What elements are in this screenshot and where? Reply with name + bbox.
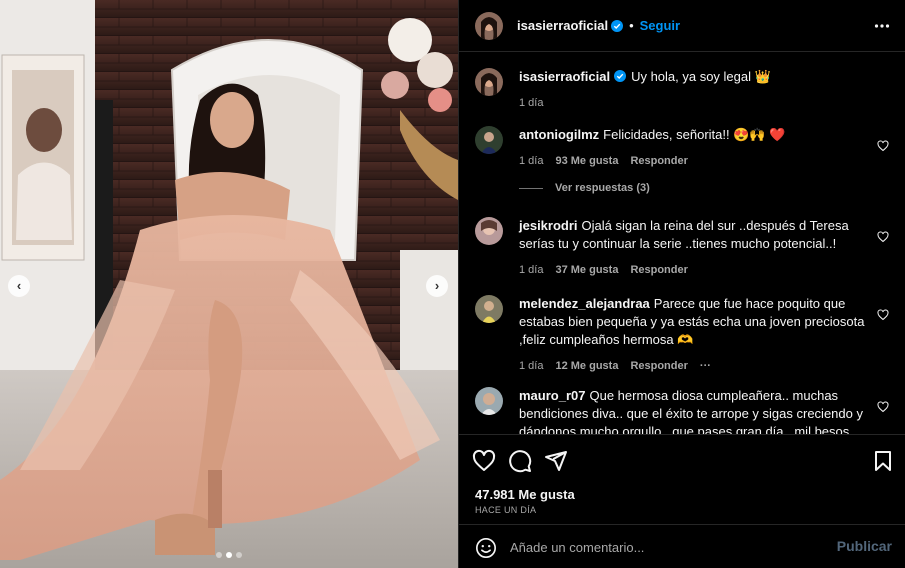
post-date[interactable]: HACE UN DÍA bbox=[475, 505, 536, 515]
comment-time[interactable]: 1 día bbox=[519, 357, 543, 375]
view-replies-button[interactable]: Ver respuestas (3) bbox=[519, 182, 650, 194]
like-heart-icon[interactable] bbox=[472, 449, 496, 473]
carousel-dot-active bbox=[226, 552, 232, 558]
carousel-dot bbox=[236, 552, 242, 558]
comment-text: Felicidades, señorita!! 😍🙌 ❤️ bbox=[603, 127, 786, 142]
carousel-next-button[interactable]: › bbox=[426, 275, 448, 297]
commenter-avatar[interactable] bbox=[475, 295, 503, 323]
comments-list: isasierraoficial Uy hola, ya soy legal 👑 … bbox=[459, 53, 905, 434]
caption-text: Uy hola, ya soy legal 👑 bbox=[631, 69, 771, 84]
carousel-indicator bbox=[0, 552, 458, 558]
comment-likes[interactable]: 37 Me gusta bbox=[555, 261, 618, 279]
like-comment-heart-icon[interactable] bbox=[877, 231, 889, 243]
caption-body: isasierraoficial Uy hola, ya soy legal 👑 … bbox=[519, 68, 869, 112]
carousel-dot bbox=[216, 552, 222, 558]
post-sidebar: isasierraoficial • Seguir isasierraofici… bbox=[458, 0, 905, 568]
likes-count[interactable]: 47.981 Me gusta bbox=[475, 487, 575, 502]
commenter-avatar[interactable] bbox=[475, 126, 503, 154]
comment-item: melendez_alejandraa Parece que fue hace p… bbox=[475, 295, 889, 372]
comment-body: jesikrodri Ojalá sigan la reina del sur .… bbox=[519, 217, 869, 279]
comment-username[interactable]: melendez_alejandraa bbox=[519, 296, 650, 311]
comment-likes[interactable]: 93 Me gusta bbox=[555, 152, 618, 170]
emoji-picker-icon[interactable] bbox=[475, 537, 497, 559]
reply-button[interactable]: Responder bbox=[630, 152, 687, 170]
comment-item: jesikrodri Ojalá sigan la reina del sur .… bbox=[475, 217, 889, 279]
view-replies-label: Ver respuestas (3) bbox=[555, 182, 650, 194]
like-comment-heart-icon[interactable] bbox=[877, 140, 889, 152]
comment-username[interactable]: antoniogilmz bbox=[519, 127, 599, 142]
comment-more-options[interactable]: ··· bbox=[700, 357, 711, 375]
comment-item: antoniogilmz Felicidades, señorita!! 😍🙌 ❤… bbox=[475, 126, 889, 176]
caption-username[interactable]: isasierraoficial bbox=[519, 69, 610, 84]
comment-username[interactable]: mauro_r07 bbox=[519, 388, 585, 403]
caption-time[interactable]: 1 día bbox=[519, 94, 543, 112]
comment-likes[interactable]: 12 Me gusta bbox=[555, 357, 618, 375]
caption: isasierraoficial Uy hola, ya soy legal 👑 … bbox=[475, 68, 885, 109]
comment-input[interactable] bbox=[510, 536, 810, 558]
follow-button[interactable]: Seguir bbox=[640, 18, 680, 33]
comment-time[interactable]: 1 día bbox=[519, 152, 543, 170]
comment-username[interactable]: jesikrodri bbox=[519, 218, 578, 233]
comment-item: mauro_r07 Que hermosa diosa cumpleañera..… bbox=[475, 387, 889, 434]
post-actions: 47.981 Me gusta HACE UN DÍA Publicar bbox=[459, 434, 905, 567]
commenter-avatar[interactable] bbox=[475, 217, 503, 245]
comment-composer: Publicar bbox=[459, 524, 905, 568]
author-username[interactable]: isasierraoficial bbox=[517, 18, 608, 33]
comment-body: antoniogilmz Felicidades, señorita!! 😍🙌 ❤… bbox=[519, 126, 869, 170]
header-separator: • bbox=[629, 18, 634, 33]
comment-body: melendez_alejandraa Parece que fue hace p… bbox=[519, 295, 869, 375]
replies-line bbox=[519, 187, 543, 189]
more-options-icon[interactable] bbox=[874, 18, 890, 34]
post-media: ‹ › bbox=[0, 0, 458, 568]
post-header: isasierraoficial • Seguir bbox=[459, 0, 905, 52]
commenter-avatar[interactable] bbox=[475, 387, 503, 415]
like-comment-heart-icon[interactable] bbox=[877, 401, 889, 413]
like-comment-heart-icon[interactable] bbox=[877, 309, 889, 321]
publish-button[interactable]: Publicar bbox=[837, 538, 892, 554]
instagram-post-modal: ‹ › isasierraoficial • Seguir isasierrao… bbox=[0, 0, 905, 568]
save-bookmark-icon[interactable] bbox=[871, 449, 895, 473]
comment-body: mauro_r07 Que hermosa diosa cumpleañera..… bbox=[519, 387, 869, 434]
comment-bubble-icon[interactable] bbox=[508, 449, 532, 473]
post-photo bbox=[0, 0, 458, 568]
reply-button[interactable]: Responder bbox=[630, 261, 687, 279]
caption-avatar[interactable] bbox=[475, 68, 503, 96]
comment-meta: 1 día 93 Me gusta Responder bbox=[519, 152, 869, 170]
share-send-icon[interactable] bbox=[544, 449, 568, 473]
comment-time[interactable]: 1 día bbox=[519, 261, 543, 279]
carousel-prev-button[interactable]: ‹ bbox=[8, 275, 30, 297]
verified-badge-icon bbox=[614, 70, 627, 82]
comment-meta: 1 día 37 Me gusta Responder bbox=[519, 261, 869, 279]
verified-badge-icon bbox=[611, 19, 624, 32]
comment-meta: 1 día 12 Me gusta Responder ··· bbox=[519, 357, 869, 375]
caption-meta: 1 día bbox=[519, 94, 869, 112]
author-avatar[interactable] bbox=[475, 11, 503, 40]
reply-button[interactable]: Responder bbox=[630, 357, 687, 375]
